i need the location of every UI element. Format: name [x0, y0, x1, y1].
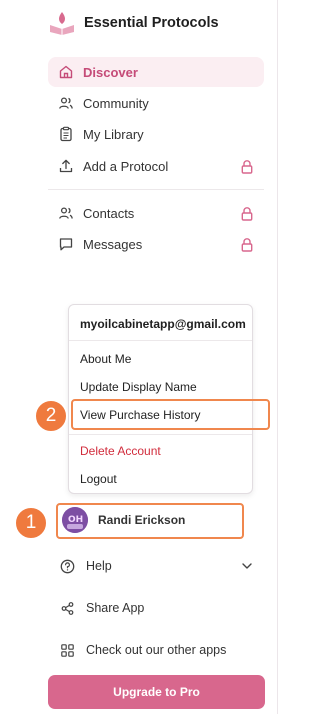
home-icon — [59, 65, 73, 79]
menu-divider — [69, 340, 252, 341]
lock-icon — [241, 160, 253, 174]
chevron-down-icon[interactable] — [240, 559, 254, 573]
menu-item-delete-account[interactable]: Delete Account — [80, 444, 161, 458]
help-circle-icon — [60, 559, 75, 573]
menu-divider — [69, 434, 252, 435]
sidebar-item-my-library[interactable]: My Library — [48, 119, 264, 149]
sidebar-item-label: Community — [83, 95, 149, 111]
sidebar-divider — [48, 189, 264, 190]
app-title: Essential Protocols — [84, 15, 219, 31]
share-app-button[interactable]: Share App — [60, 596, 144, 620]
share-app-label: Share App — [86, 601, 145, 615]
sidebar-item-label: My Library — [83, 126, 144, 142]
sidebar-item-label: Messages — [83, 236, 143, 252]
sidebar-item-messages[interactable]: Messages — [48, 229, 264, 259]
users-icon — [59, 97, 73, 109]
sidebar-item-contacts[interactable]: Contacts — [48, 198, 264, 228]
menu-item-update-display-name[interactable]: Update Display Name — [80, 380, 197, 394]
brand-header[interactable]: Essential Protocols — [48, 10, 219, 36]
help-label: Help — [86, 559, 112, 573]
upgrade-to-pro-button[interactable]: Upgrade to Pro — [48, 675, 265, 709]
grid-icon — [61, 643, 74, 657]
sidebar-item-discover[interactable]: Discover — [48, 57, 264, 87]
highlight-box-view-purchase-history — [71, 399, 270, 430]
share-icon — [61, 601, 74, 615]
highlight-box-user-profile — [56, 503, 244, 539]
users-icon — [59, 207, 73, 219]
sidebar-item-community[interactable]: Community — [48, 88, 264, 118]
lock-icon — [241, 238, 253, 252]
book-flame-logo-icon — [50, 12, 74, 35]
upload-icon — [59, 159, 73, 173]
other-apps-label: Check out our other apps — [86, 643, 227, 657]
lock-icon — [241, 207, 253, 221]
sidebar-item-add-protocol[interactable]: Add a Protocol — [48, 151, 264, 181]
sidebar-item-label: Contacts — [83, 205, 135, 221]
menu-item-about-me[interactable]: About Me — [80, 352, 131, 366]
sidebar-right-border — [277, 0, 278, 714]
help-menu-item[interactable]: Help — [60, 554, 112, 578]
message-icon — [59, 238, 73, 251]
clipboard-icon — [60, 126, 72, 142]
step-badge-2: 2 — [34, 399, 68, 433]
menu-item-logout[interactable]: Logout — [80, 472, 117, 486]
step-badge-1: 1 — [14, 506, 48, 540]
account-email: myoilcabinetapp@gmail.com — [80, 317, 246, 331]
sidebar-item-label: Add a Protocol — [83, 158, 169, 174]
other-apps-button[interactable]: Check out our other apps — [60, 638, 226, 662]
sidebar-item-label: Discover — [83, 64, 138, 80]
